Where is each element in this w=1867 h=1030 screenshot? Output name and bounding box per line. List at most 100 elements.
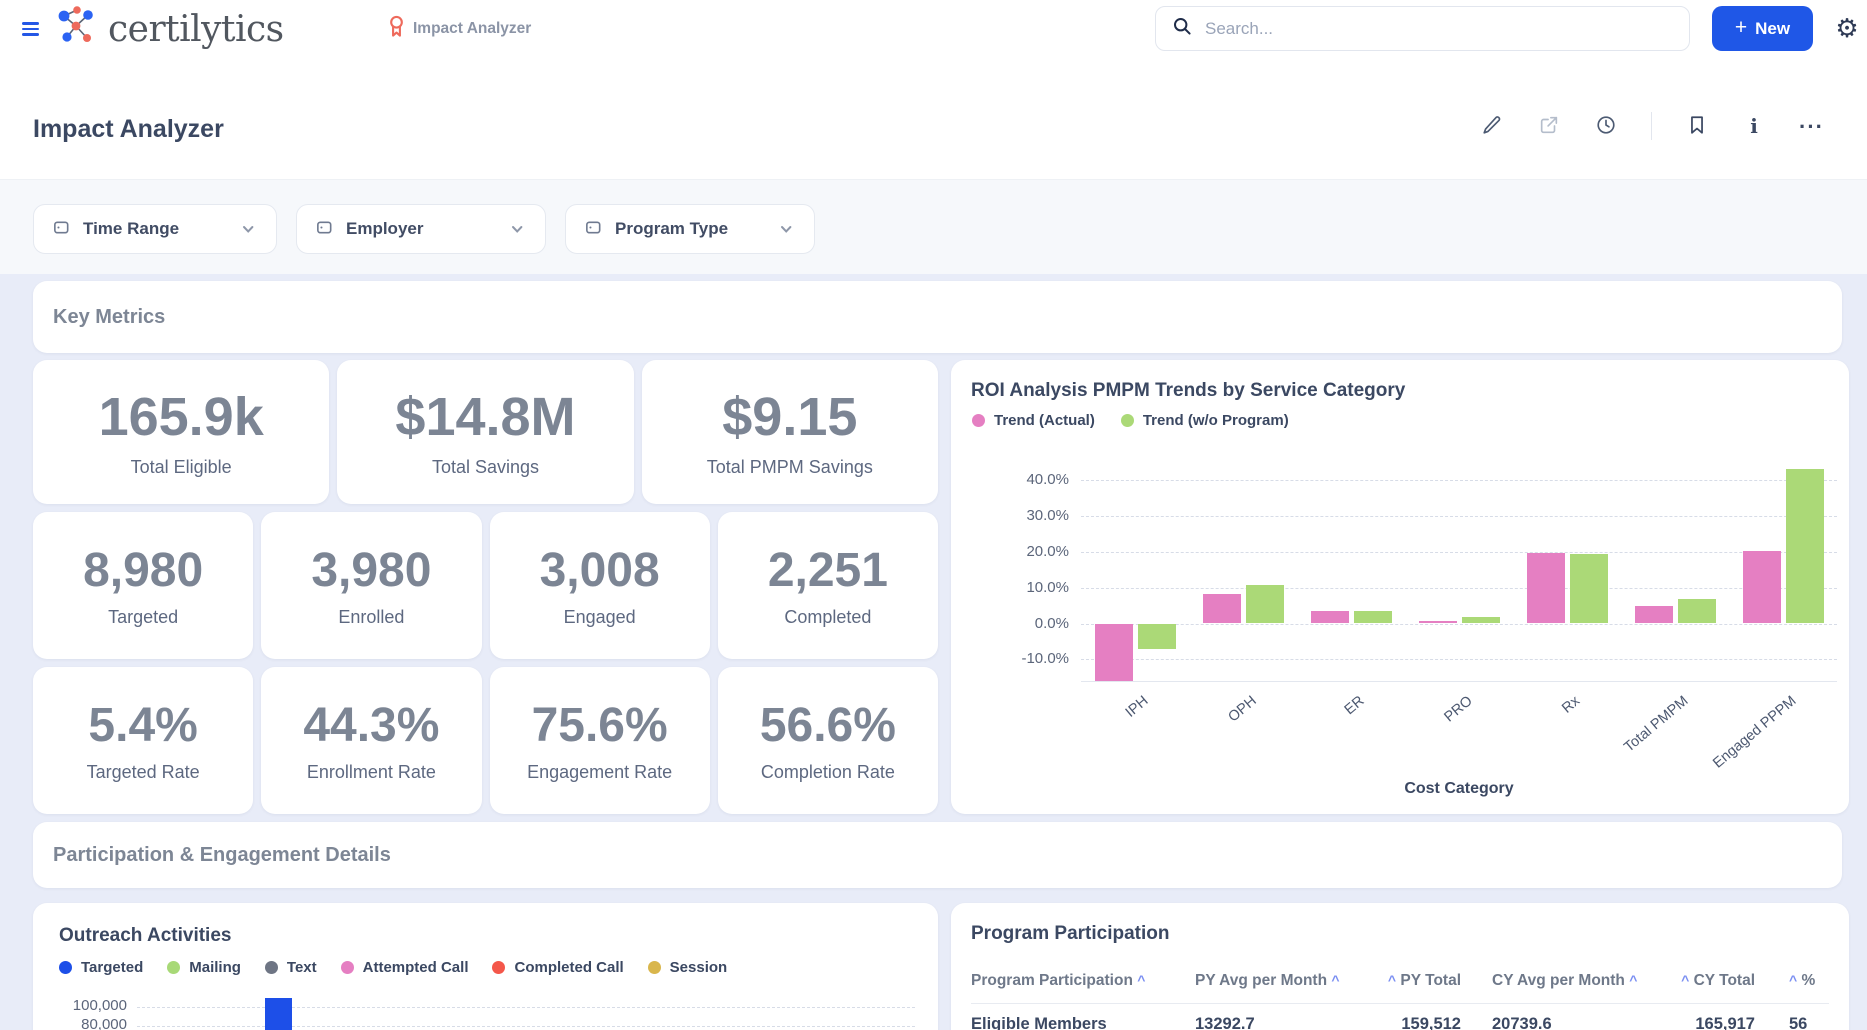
metric-value: 3,008 [540,543,660,598]
column-label: Program Participation [971,972,1133,989]
column-label: CY Total [1694,972,1755,989]
bar-trend-actual [1743,551,1781,624]
legend-item[interactable]: Trend (w/o Program) [1121,412,1289,429]
metric-value: 3,980 [311,543,431,598]
metric-card: 75.6%Engagement Rate [490,667,710,814]
metric-value: $9.15 [722,386,857,448]
y-axis-labels: 40.0%30.0%20.0%10.0%0.0%-10.0% [961,460,1069,681]
table-cell: Eligible Members [971,1007,1176,1030]
filter-time-range[interactable]: Time Range [33,204,277,254]
column-label: PY Avg per Month [1195,972,1327,989]
filter-program-type[interactable]: Program Type [565,204,815,254]
metric-card: 3,008 Engaged [490,512,710,659]
gridline [1081,659,1837,660]
tag-icon [52,218,71,240]
legend-item[interactable]: Mailing [167,959,241,976]
legend-label: Completed Call [514,959,623,976]
column-header-5[interactable]: ^ CY Total [1617,965,1755,995]
search-box [1155,6,1690,51]
breadcrumb[interactable]: Impact Analyzer [388,15,531,42]
metric-label: Enrolled [338,607,404,628]
column-header-3[interactable]: ^ PY Total [1323,965,1461,995]
legend-item[interactable]: Completed Call [492,959,623,976]
bookmark-icon[interactable] [1685,114,1709,138]
metric-value: 2,251 [768,543,888,598]
plus-icon: + [1735,16,1747,40]
bar-trend-actual [1311,611,1349,624]
legend-dot-icon [1121,414,1134,427]
gridline [1081,516,1837,517]
column-header-6[interactable]: ^ % [1789,965,1847,995]
filter-employer[interactable]: Employer [296,204,546,254]
metric-label: Total Savings [432,457,539,478]
x-axis-label: OPH [1225,693,1259,725]
metric-row: 8,980Targeted3,980Enrolled3,008Engaged2,… [33,512,938,659]
legend-dot-icon [59,961,72,974]
metric-cards-grid: 165.9kTotal Eligible$14.8MTotal Savings$… [33,360,938,814]
roi-bar-plot: IPHOPHERPRORxTotal PMPMEngaged PPPM [1081,460,1837,681]
metric-row: 165.9kTotal Eligible$14.8MTotal Savings$… [33,360,938,504]
search-input[interactable] [1205,19,1673,39]
column-header-1[interactable]: Program Participation ^ [971,965,1176,995]
certilytics-logo[interactable]: certilytics [54,4,284,55]
metric-card: 3,980 Enrolled [261,512,481,659]
metric-label: Engaged [564,607,636,628]
legend-label: Session [670,959,728,976]
new-button[interactable]: + New [1712,6,1813,51]
legend-dot-icon [648,961,661,974]
page-actions: i ··· [1480,112,1823,140]
info-icon[interactable]: i [1742,114,1766,138]
metric-label: Targeted Rate [87,762,200,783]
chart-title: Outreach Activities [59,925,231,947]
legend-label: Mailing [189,959,241,976]
history-clock-icon[interactable] [1594,114,1618,138]
impact-analyzer-dashboard: certilytics Impact Analyzer + New ⚙ [0,0,1867,1030]
new-button-label: New [1755,19,1790,39]
x-axis-label: ER [1342,693,1368,718]
more-ellipsis-icon[interactable]: ··· [1799,114,1823,138]
filter-label: Employer [346,219,423,239]
outreach-activities-card: Outreach Activities Targeted Mailing Text A… [33,903,938,1030]
legend-item[interactable]: Trend (Actual) [972,412,1095,429]
bar-trend-actual [1635,606,1673,623]
chart-title: ROI Analysis PMPM Trends by Service Cate… [971,380,1405,402]
metric-value: 75.6% [532,698,668,753]
gridline [1081,588,1837,589]
legend-item[interactable]: Session [648,959,728,976]
key-metrics-section-header: Key Metrics [33,281,1842,353]
bar-trend-actual [1527,553,1565,624]
metric-label: Total PMPM Savings [707,457,873,478]
metric-value: $14.8M [395,386,575,448]
chevron-down-icon [238,219,258,239]
y-axis-tick: 40.0% [961,471,1069,488]
y-axis-tick: 0.0% [961,615,1069,632]
open-external-icon[interactable] [1537,114,1561,138]
tag-icon [315,218,334,240]
legend-item[interactable]: Targeted [59,959,143,976]
hamburger-menu-icon[interactable] [22,17,46,41]
table-divider [971,1003,1829,1004]
y-axis-tick: 80,000 [57,1016,127,1030]
logo-text: certilytics [108,9,284,50]
bar-trend-actual [1203,594,1241,623]
metric-card: $14.8M Total Savings [337,360,633,504]
bar-trend-wo-program [1138,624,1176,649]
x-axis-title: Cost Category [1081,780,1837,798]
legend-item[interactable]: Text [265,959,317,976]
filter-bar: Time Range Employer Program Type [0,179,1867,274]
edit-pencil-icon[interactable] [1480,114,1504,138]
legend-dot-icon [972,414,985,427]
sort-caret-icon: ^ [1681,972,1689,988]
table-header-row: Program Participation ^PY Avg per Month … [951,965,1849,995]
actions-divider [1651,112,1652,140]
bar-trend-wo-program [1570,554,1608,624]
legend-label: Text [287,959,317,976]
legend-dot-icon [341,961,354,974]
search-icon [1172,16,1193,42]
metric-card: 2,251Completed [718,512,938,659]
settings-gear-icon[interactable]: ⚙ [1830,9,1864,47]
x-axis-label: Total PMPM [1621,693,1691,756]
legend-item[interactable]: Attempted Call [341,959,469,976]
metric-value: 44.3% [303,698,439,753]
bar-targeted [265,998,292,1030]
